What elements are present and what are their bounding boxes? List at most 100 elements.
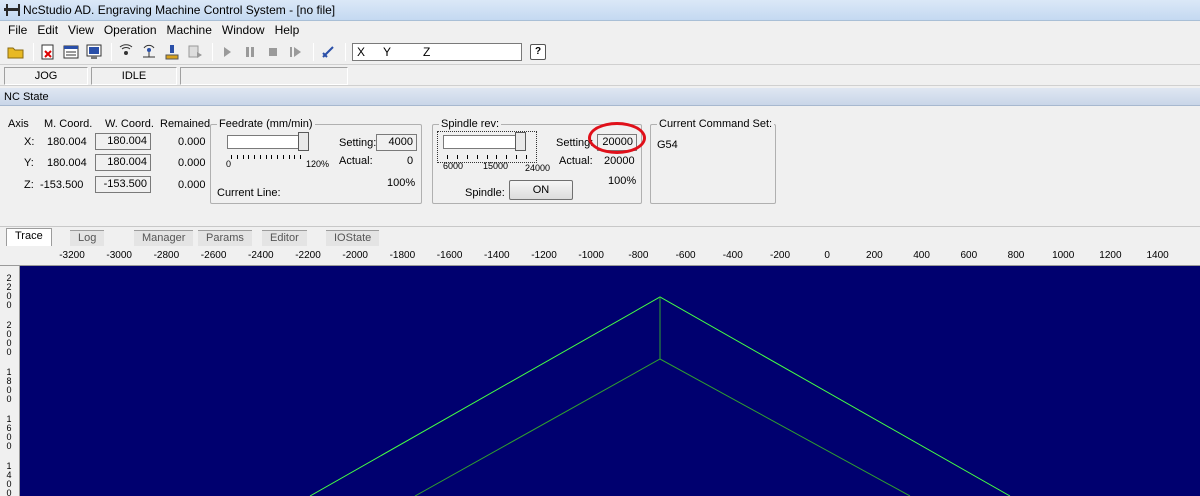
title-bar: NcStudio AD. Engraving Machine Control S…	[0, 0, 1200, 21]
status-message	[180, 67, 348, 85]
axis-input[interactable]: X Y Z	[352, 42, 522, 61]
ruler-y-label: 2200	[6, 273, 12, 310]
command-set-legend: Current Command Set:	[657, 118, 775, 130]
menu-help[interactable]: Help	[270, 21, 305, 39]
tab-iostate[interactable]: IOState	[326, 230, 380, 246]
feedrate-group: Feedrate (mm/min) 0 120% Setting: 4000 A…	[210, 118, 422, 204]
axis-z-label: Z	[423, 44, 431, 59]
open-file-icon[interactable]	[6, 42, 26, 62]
nc-state-header: NC State	[0, 88, 1200, 106]
spindle-percent: 100%	[608, 175, 637, 187]
simulate-icon[interactable]	[84, 42, 104, 62]
close-file-icon[interactable]	[38, 42, 58, 62]
spindle-on-button[interactable]: ON	[509, 180, 573, 200]
command-set-value: G54	[657, 139, 678, 151]
y-machine-coord: 180.004	[47, 157, 87, 169]
ruler-x-label: -2000	[342, 250, 368, 261]
menu-edit[interactable]: Edit	[32, 21, 63, 39]
x-remained: 0.000	[178, 136, 206, 148]
help-button[interactable]: ?	[530, 43, 546, 60]
current-line-label: Current Line:	[217, 187, 281, 199]
spindle-slider-thumb[interactable]	[515, 132, 526, 151]
remained-column-header: Remained	[160, 118, 211, 130]
x-machine-coord: 180.004	[47, 136, 87, 148]
signal-icon[interactable]	[116, 42, 136, 62]
spindle-slider-track[interactable]	[443, 135, 523, 149]
trace-canvas[interactable]	[20, 266, 1200, 496]
menu-view[interactable]: View	[63, 21, 99, 39]
ruler-x-label: -200	[769, 250, 791, 261]
spindle-scale-min: 6000	[443, 161, 464, 171]
axis-column-header: Axis	[8, 118, 29, 130]
ruler-x-label: -1600	[436, 250, 463, 261]
horizontal-ruler: -3200 -3000 -2800 -2600 -2400 -2200 -2000 -1800…	[0, 246, 1200, 266]
menu-operation[interactable]: Operation	[99, 21, 162, 39]
ruler-x-label: 800	[1007, 250, 1025, 261]
ruler-x-label: -2200	[295, 250, 321, 261]
feedrate-slider-thumb[interactable]	[298, 132, 309, 151]
spindle-label: Spindle:	[465, 187, 505, 199]
menu-file[interactable]: File	[3, 21, 32, 39]
app-icon	[4, 3, 20, 17]
menu-machine[interactable]: Machine	[162, 21, 217, 39]
toolbar-separator	[345, 42, 346, 61]
pause-icon[interactable]	[240, 42, 260, 62]
stop-icon[interactable]	[263, 42, 283, 62]
axis-x-label: X	[357, 44, 366, 59]
tab-manager[interactable]: Manager	[134, 230, 194, 246]
ruler-x-label: 1200	[1099, 250, 1122, 261]
window-title: NcStudio AD. Engraving Machine Control S…	[23, 3, 336, 17]
window-icon[interactable]	[61, 42, 81, 62]
machine-state: IDLE	[91, 67, 177, 85]
mode-status: JOG	[4, 67, 88, 85]
tab-editor[interactable]: Editor	[262, 230, 307, 246]
set-origin-icon[interactable]	[318, 42, 338, 62]
z-machine-coord: -153.500	[40, 179, 84, 191]
nc-state-panel: Axis M. Coord. W. Coord. Remained X: 180…	[0, 106, 1200, 222]
toolbar-separator	[111, 42, 112, 61]
menu-window[interactable]: Window	[217, 21, 270, 39]
ruler-x-label: -1800	[389, 250, 416, 261]
feedrate-scale-max: 120%	[306, 159, 330, 169]
spindle-scale-mid: 15000	[483, 161, 509, 171]
feedrate-setting-value[interactable]: 4000	[376, 134, 417, 151]
feedrate-scale-min: 0	[226, 159, 232, 169]
tab-log[interactable]: Log	[70, 230, 105, 246]
ruler-x-label: 200	[866, 250, 883, 261]
feedrate-ticks	[231, 155, 301, 159]
feedrate-percent: 100%	[387, 177, 416, 189]
spindle-legend: Spindle rev:	[439, 118, 502, 130]
ruler-x-label: 1400	[1146, 250, 1169, 261]
tool-sensor-icon[interactable]	[162, 42, 182, 62]
feedrate-actual-label: Actual:	[339, 155, 373, 167]
tab-params[interactable]: Params	[198, 230, 252, 246]
tab-strip: Trace Log Manager Params Editor IOState	[0, 226, 1200, 247]
axis-y-name: Y:	[24, 157, 34, 169]
step-icon[interactable]	[286, 42, 306, 62]
ruler-x-label: -600	[675, 250, 696, 261]
y-work-coord: 180.004	[95, 154, 151, 171]
ruler-x-label: -1000	[578, 250, 604, 261]
ruler-x-label: -400	[722, 250, 743, 261]
toolbar-separator	[313, 42, 314, 61]
feedrate-slider-track[interactable]	[227, 135, 307, 149]
ruler-x-label: -3000	[106, 250, 132, 261]
vertical-ruler: 2200 2000 1800 1600 1400	[0, 266, 20, 496]
feedrate-actual-value: 0	[407, 155, 414, 167]
ruler-x-label: -1400	[484, 250, 510, 261]
ruler-x-label: 600	[960, 250, 978, 261]
trace-drawing	[309, 296, 1011, 496]
start-icon[interactable]	[217, 42, 237, 62]
ruler-y-label: 2000	[6, 320, 12, 357]
ruler-x-label: 400	[913, 250, 930, 261]
status-strip: JOG IDLE	[0, 64, 1200, 86]
x-work-coord: 180.004	[95, 133, 151, 150]
ruler-x-label: -3200	[59, 250, 85, 261]
spindle-scale-max: 24000	[525, 163, 551, 173]
spindle-actual-label: Actual:	[559, 155, 593, 167]
tab-trace[interactable]: Trace	[6, 228, 52, 247]
pointer-icon[interactable]	[185, 42, 205, 62]
probe-icon[interactable]	[139, 42, 159, 62]
feedrate-legend: Feedrate (mm/min)	[217, 118, 315, 130]
trace-inner-path	[414, 358, 911, 496]
